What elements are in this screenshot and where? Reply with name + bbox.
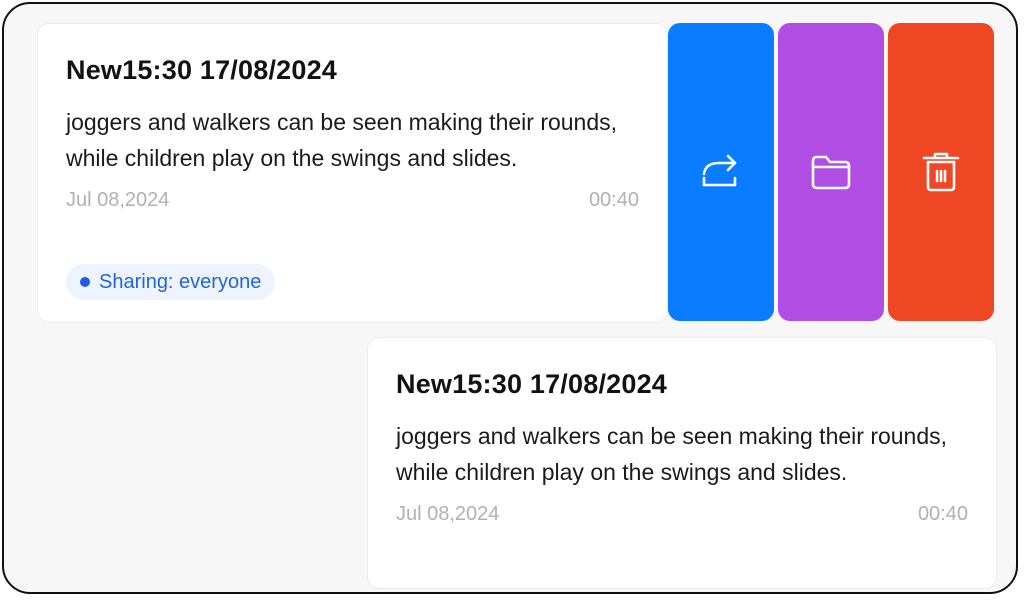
share-button[interactable] (668, 23, 774, 321)
note-duration: 00:40 (917, 503, 968, 525)
note-date: Jul 08,2024 (66, 189, 170, 211)
sharing-dot-icon (80, 277, 90, 287)
app-window: New15:30 17/08/2024 joggers and walkers … (2, 2, 1018, 594)
delete-button[interactable] (888, 23, 994, 321)
note-title: New15:30 17/08/2024 (396, 369, 668, 399)
note-meta: Jul 08,2024 00:40 (66, 184, 639, 216)
folder-icon (811, 155, 851, 190)
note-body: joggers and walkers can be seen making t… (66, 109, 618, 171)
share-arrow-icon (702, 154, 737, 187)
sharing-badge[interactable]: Sharing: everyone (66, 264, 276, 300)
note-meta: Jul 08,2024 00:40 (396, 498, 968, 530)
trash-icon (922, 152, 960, 192)
note-card[interactable]: New15:30 17/08/2024 joggers and walkers … (367, 337, 997, 589)
note-card[interactable]: New15:30 17/08/2024 joggers and walkers … (37, 23, 668, 323)
move-to-folder-button[interactable] (778, 23, 884, 321)
note-body: joggers and walkers can be seen making t… (396, 423, 948, 485)
note-title: New15:30 17/08/2024 (66, 55, 338, 85)
note-date: Jul 08,2024 (396, 503, 500, 525)
note-duration: 00:40 (588, 189, 639, 211)
sharing-label: Sharing: everyone (99, 271, 262, 293)
